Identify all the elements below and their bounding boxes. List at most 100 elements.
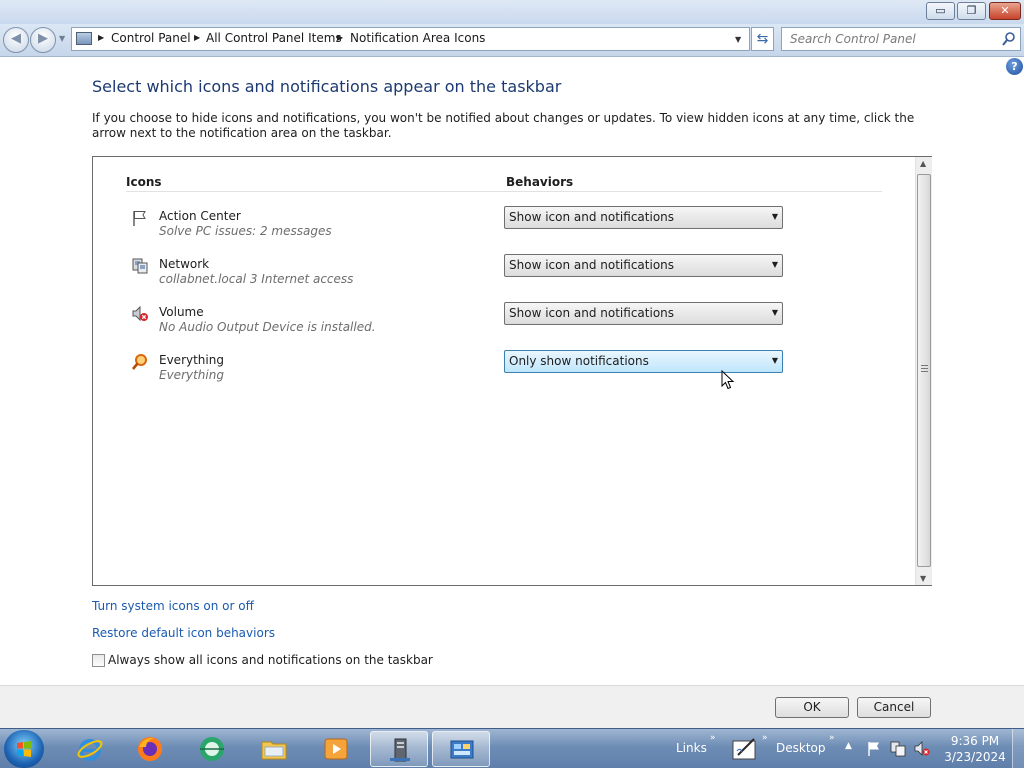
desktop-chevron-icon[interactable]: »: [829, 733, 835, 743]
desktop-toolbar-label[interactable]: Desktop: [776, 741, 826, 755]
taskbar-server-manager[interactable]: [370, 731, 428, 767]
chevron-right-icon[interactable]: ▶: [337, 33, 343, 42]
turn-system-icons-link[interactable]: Turn system icons on or off: [92, 599, 254, 613]
icons-list: Icons Behaviors Action Center Solve PC i…: [92, 156, 932, 586]
chevron-right-icon[interactable]: ▶: [194, 33, 200, 42]
always-show-all-label[interactable]: Always show all icons and notifications …: [108, 653, 433, 667]
control-panel-icon: [450, 740, 474, 759]
links-chevron-icon[interactable]: »: [710, 733, 716, 743]
item-name: Action Center: [159, 209, 241, 223]
taskbar-file-explorer[interactable]: [245, 731, 303, 767]
scroll-down-icon[interactable]: ▼: [920, 574, 926, 583]
scrollbar-thumb[interactable]: [917, 174, 931, 567]
item-name: Everything: [159, 353, 224, 367]
help-icon[interactable]: ?: [1006, 58, 1023, 75]
always-show-all-checkbox[interactable]: [92, 654, 105, 667]
show-hidden-icons-arrow-icon[interactable]: ▲: [845, 741, 861, 757]
taskbar-control-panel[interactable]: [432, 731, 490, 767]
magnifier-icon: [131, 354, 147, 370]
dialog-footer: OK Cancel: [0, 685, 1024, 728]
taskbar-globe-app[interactable]: [183, 731, 241, 767]
action-center-flag-icon[interactable]: [866, 741, 882, 757]
forward-arrow-icon: ▶: [38, 31, 48, 46]
internet-explorer-icon: [77, 739, 103, 761]
behavior-value: Show icon and notifications: [509, 306, 675, 320]
clock-date: 3/23/2024: [944, 750, 1006, 764]
show-desktop-button[interactable]: [1012, 729, 1024, 768]
item-description: No Audio Output Device is installed.: [159, 320, 376, 334]
grip-icon: [921, 365, 928, 372]
network-icon: [132, 258, 148, 274]
minimize-icon: ▭: [935, 4, 946, 17]
taskbar: Links » » Desktop » ▲ 9:36 PM 3/23/2024: [0, 728, 1024, 768]
search-input[interactable]: Search Control Panel: [781, 27, 1021, 51]
behavior-dropdown[interactable]: Only show notifications ▼: [504, 350, 783, 373]
links-toolbar-label[interactable]: Links: [676, 741, 707, 755]
minimize-button[interactable]: ▭: [926, 2, 955, 20]
behavior-value: Show icon and notifications: [509, 210, 675, 224]
navigation-bar: ◀ ▶ ▼ ▶ Control Panel ▶ All Control Pane…: [0, 24, 1024, 57]
volume-muted-tray-icon[interactable]: [914, 741, 930, 757]
mouse-cursor-icon: [721, 370, 735, 390]
breadcrumb-control-panel[interactable]: Control Panel: [111, 31, 191, 45]
start-button[interactable]: [4, 730, 44, 768]
behavior-dropdown[interactable]: Show icon and notifications ▼: [504, 302, 783, 325]
chevron-down-icon: ▼: [771, 260, 778, 269]
clock[interactable]: 9:36 PM 3/23/2024: [940, 733, 1010, 765]
refresh-icon: ⇆: [756, 31, 769, 47]
firefox-icon: [138, 737, 162, 761]
ok-button[interactable]: OK: [775, 697, 849, 718]
search-icon[interactable]: [1001, 31, 1017, 47]
chevron-down-icon: ▼: [771, 356, 778, 365]
item-name: Network: [159, 257, 210, 271]
item-description: Solve PC issues: 2 messages: [159, 224, 332, 238]
content-area: ? Select which icons and notifications a…: [0, 58, 1024, 685]
behavior-dropdown[interactable]: Show icon and notifications ▼: [504, 206, 783, 229]
chevron-down-icon: ▼: [771, 308, 778, 317]
cancel-button[interactable]: Cancel: [857, 697, 931, 718]
server-icon: [390, 738, 410, 762]
title-bar: ▭ ❐ ✕: [0, 0, 1024, 24]
close-icon: ✕: [1000, 4, 1010, 17]
breadcrumb-notification-area-icons[interactable]: Notification Area Icons: [350, 31, 485, 45]
vertical-scrollbar[interactable]: ▲ ▼: [915, 157, 932, 585]
globe-icon: [200, 737, 224, 761]
scroll-up-icon[interactable]: ▲: [920, 159, 926, 168]
column-header-behaviors: Behaviors: [506, 175, 574, 189]
breadcrumb-all-items[interactable]: All Control Panel Items: [206, 31, 342, 45]
chevron-right-icon[interactable]: ▶: [98, 33, 104, 42]
close-button[interactable]: ✕: [989, 2, 1021, 20]
forward-button[interactable]: ▶: [30, 27, 56, 53]
recent-pages-dropdown[interactable]: ▼: [59, 34, 65, 43]
address-bar[interactable]: ▶ Control Panel ▶ All Control Panel Item…: [71, 27, 750, 51]
behavior-value: Show icon and notifications: [509, 258, 675, 272]
list-item: Everything Everything Only show notifica…: [131, 350, 891, 393]
taskbar-firefox[interactable]: [121, 731, 179, 767]
chevron-down-icon: ▼: [771, 212, 778, 221]
back-button[interactable]: ◀: [3, 27, 29, 53]
refresh-button[interactable]: ⇆: [751, 27, 774, 51]
maximize-icon: ❐: [966, 4, 977, 17]
address-dropdown-icon[interactable]: ▼: [735, 35, 741, 44]
list-item: Action Center Solve PC issues: 2 message…: [131, 206, 891, 249]
back-arrow-icon: ◀: [11, 31, 21, 46]
clock-time: 9:36 PM: [950, 734, 1000, 748]
control-panel-icon: [76, 32, 92, 45]
restore-defaults-link[interactable]: Restore default icon behaviors: [92, 626, 275, 640]
network-tray-icon[interactable]: [890, 741, 906, 757]
taskbar-internet-explorer[interactable]: [61, 731, 119, 767]
behavior-dropdown[interactable]: Show icon and notifications ▼: [504, 254, 783, 277]
notepad-pen-icon[interactable]: [730, 735, 760, 763]
notepad-chevron-icon[interactable]: »: [762, 733, 768, 743]
behavior-value: Only show notifications: [509, 354, 649, 368]
item-name: Volume: [159, 305, 204, 319]
maximize-button[interactable]: ❐: [957, 2, 986, 20]
flag-icon: [133, 211, 146, 226]
item-description: collabnet.local 3 Internet access: [159, 272, 354, 286]
taskbar-media-player[interactable]: [307, 731, 365, 767]
speaker-muted-icon: [132, 305, 148, 322]
search-placeholder: Search Control Panel: [790, 32, 916, 46]
page-title: Select which icons and notifications app…: [92, 77, 562, 96]
media-player-icon: [324, 738, 348, 760]
column-header-icons: Icons: [126, 175, 162, 189]
